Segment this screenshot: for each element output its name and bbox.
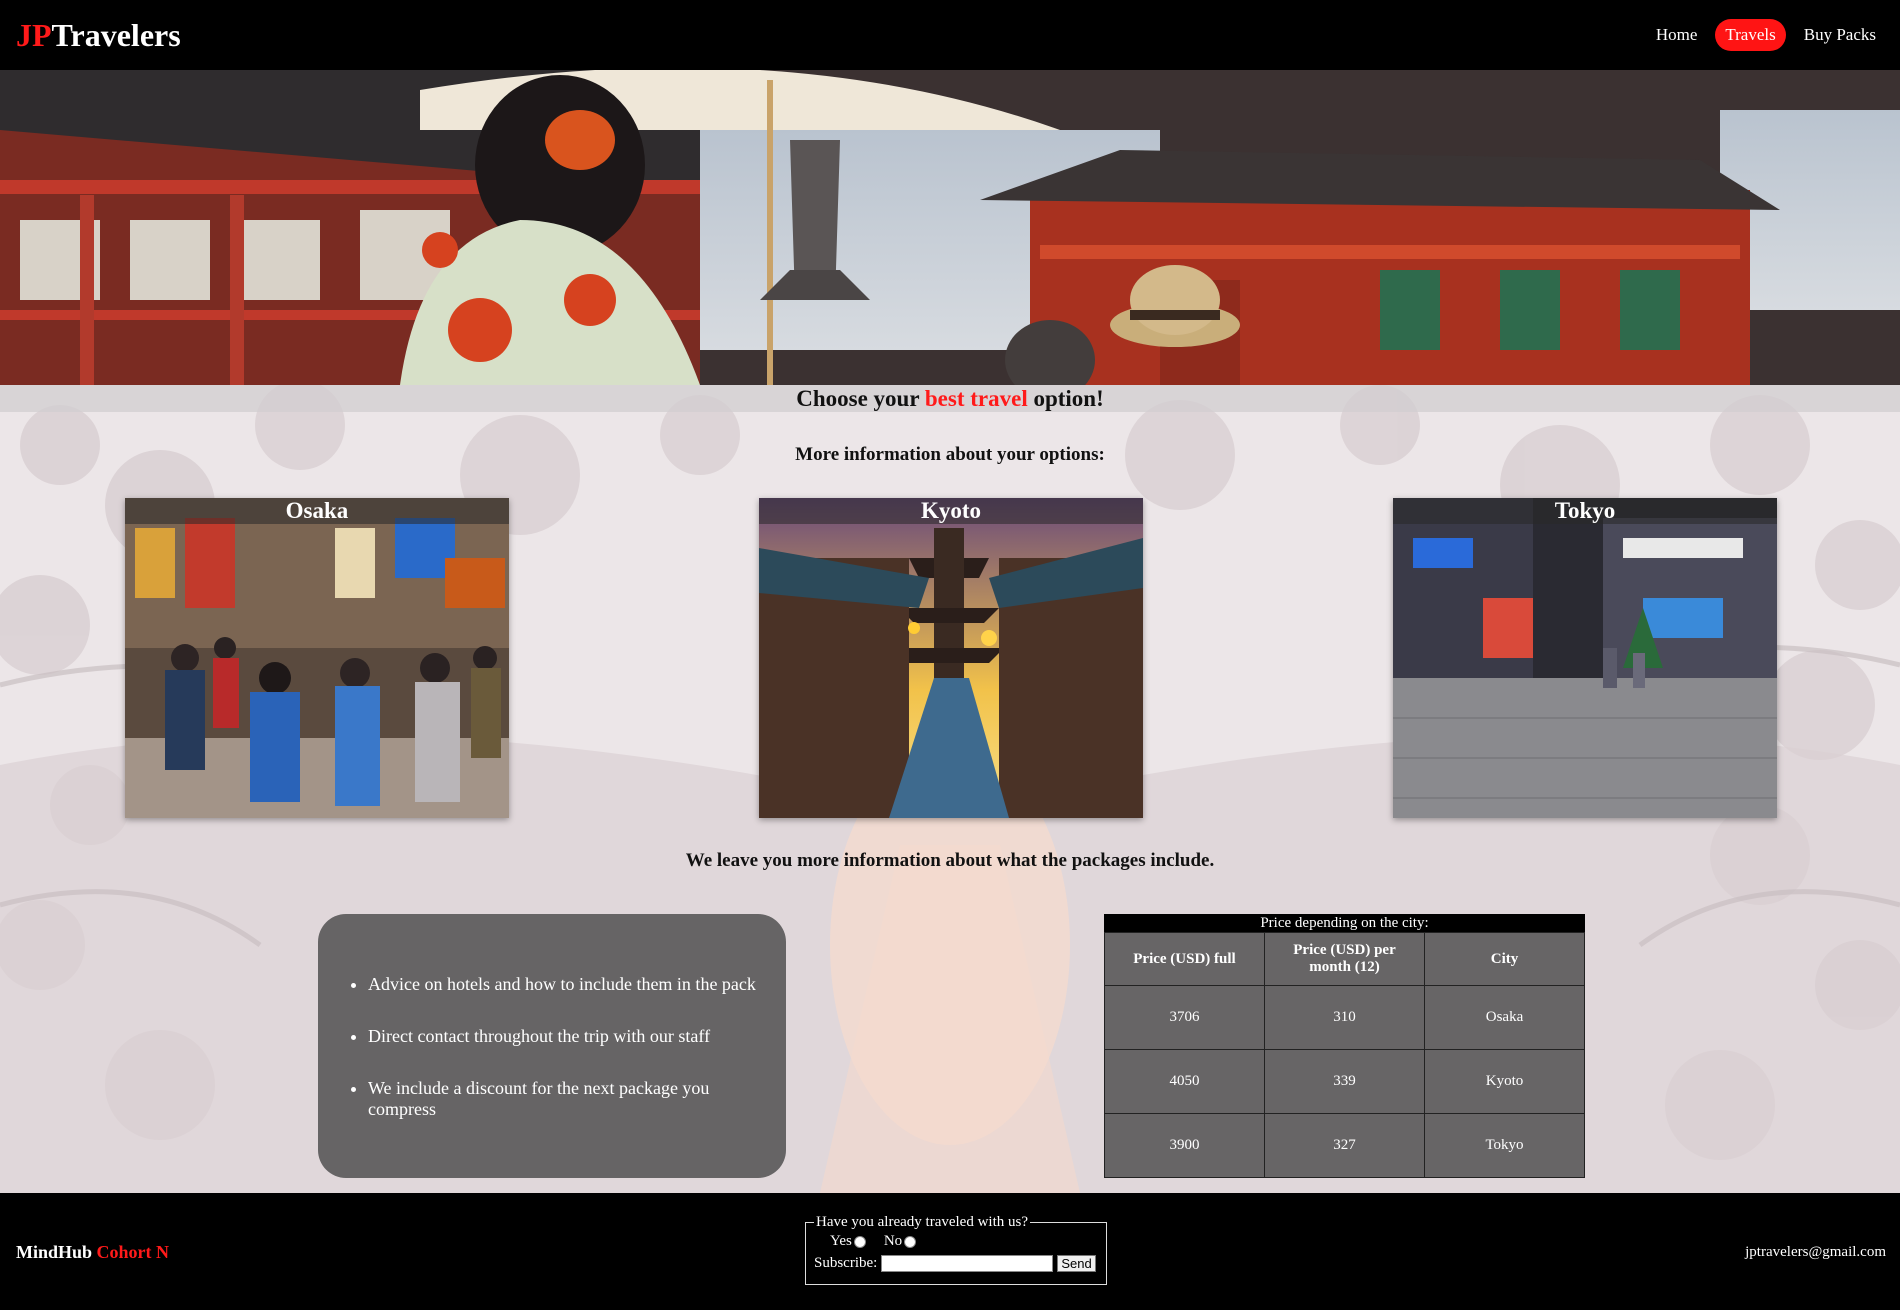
city-card-osaka[interactable]: Osaka (125, 498, 509, 818)
table-cell: Osaka (1424, 985, 1585, 1050)
footer: MindHub Cohort N Have you already travel… (0, 1193, 1900, 1310)
table-header-row: Price (USD) full Price (USD) per month (… (1104, 932, 1585, 986)
main-content: Choose your best travel option! More inf… (0, 385, 1900, 1193)
options-intro: More information about your options: (795, 444, 1105, 465)
nav-link-travels[interactable]: Travels (1715, 19, 1786, 51)
banner-highlight: best travel (924, 386, 1028, 411)
list-item: Direct contact throughout the trip with … (368, 1026, 766, 1047)
brand-accent: JP (16, 16, 52, 53)
table-cell: 3900 (1104, 1113, 1265, 1178)
radio-no-option[interactable]: No (883, 1233, 917, 1250)
city-card-kyoto[interactable]: Kyoto (759, 498, 1143, 818)
table-cell: 310 (1264, 985, 1425, 1050)
table-cell: Tokyo (1424, 1113, 1585, 1178)
table-row: 3706 310 Osaka (1104, 985, 1585, 1050)
table-cell: 339 (1264, 1049, 1425, 1114)
table-cell: Kyoto (1424, 1049, 1585, 1114)
nav-link-buy-packs[interactable]: Buy Packs (1794, 19, 1886, 51)
city-card-tokyo[interactable]: Tokyo (1393, 498, 1777, 818)
traveled-radio-group: Yes No (814, 1233, 1098, 1250)
table-cell: 327 (1264, 1113, 1425, 1178)
nav-links: Home Travels Buy Packs (1646, 19, 1886, 51)
price-table: Price depending on the city: Price (USD)… (1104, 914, 1585, 1178)
city-title-tokyo: Tokyo (1393, 498, 1777, 524)
banner-text-after: option! (1027, 386, 1104, 411)
brand-rest: Travelers (51, 16, 181, 53)
list-item: We include a discount for the next packa… (368, 1078, 766, 1120)
subscribe-label: Subscribe: (814, 1255, 878, 1271)
survey-legend: Have you already traveled with us? (816, 1214, 1028, 1230)
city-title-osaka: Osaka (125, 498, 509, 524)
radio-yes-label: Yes (830, 1233, 852, 1249)
package-includes-list: Advice on hotels and how to include them… (350, 974, 766, 1120)
table-cell: 3706 (1104, 985, 1265, 1050)
page-banner: Choose your best travel option! (0, 385, 1900, 412)
radio-yes-option[interactable]: Yes (830, 1233, 866, 1250)
package-includes-panel: Advice on hotels and how to include them… (318, 914, 786, 1178)
footer-credit-main: MindHub (16, 1242, 93, 1262)
list-item: Advice on hotels and how to include them… (368, 974, 766, 995)
radio-no[interactable] (904, 1235, 917, 1248)
packages-intro: We leave you more information about what… (685, 850, 1215, 871)
column-header: Price (USD) per month (12) (1264, 932, 1425, 986)
radio-yes[interactable] (853, 1235, 866, 1248)
navbar: JPTravelers Home Travels Buy Packs (0, 0, 1900, 70)
footer-credit: MindHub Cohort N (16, 1242, 169, 1263)
table-row: 3900 327 Tokyo (1104, 1113, 1585, 1178)
table-cell: 4050 (1104, 1049, 1265, 1114)
kyoto-photo (759, 498, 1143, 818)
footer-credit-accent: Cohort N (96, 1242, 170, 1262)
hero-image (0, 70, 1900, 385)
subscribe-input[interactable] (881, 1255, 1054, 1272)
radio-no-label: No (883, 1233, 903, 1249)
footer-email[interactable]: jptravelers@gmail.com (1745, 1244, 1886, 1261)
osaka-photo (125, 498, 509, 818)
tokyo-photo (1393, 498, 1777, 818)
subscribe-row: Subscribe: Send (814, 1255, 1098, 1272)
column-header: Price (USD) full (1104, 932, 1265, 986)
city-title-kyoto: Kyoto (759, 498, 1143, 524)
banner-text-before: Choose your (796, 386, 925, 411)
brand-logo[interactable]: JPTravelers (16, 17, 181, 54)
nav-link-home[interactable]: Home (1646, 19, 1708, 51)
table-row: 4050 339 Kyoto (1104, 1049, 1585, 1114)
send-button[interactable]: Send (1057, 1255, 1096, 1272)
price-table-caption: Price depending on the city: (1104, 914, 1585, 932)
column-header: City (1424, 932, 1585, 986)
subscribe-form: Have you already traveled with us? Yes N… (805, 1214, 1107, 1285)
